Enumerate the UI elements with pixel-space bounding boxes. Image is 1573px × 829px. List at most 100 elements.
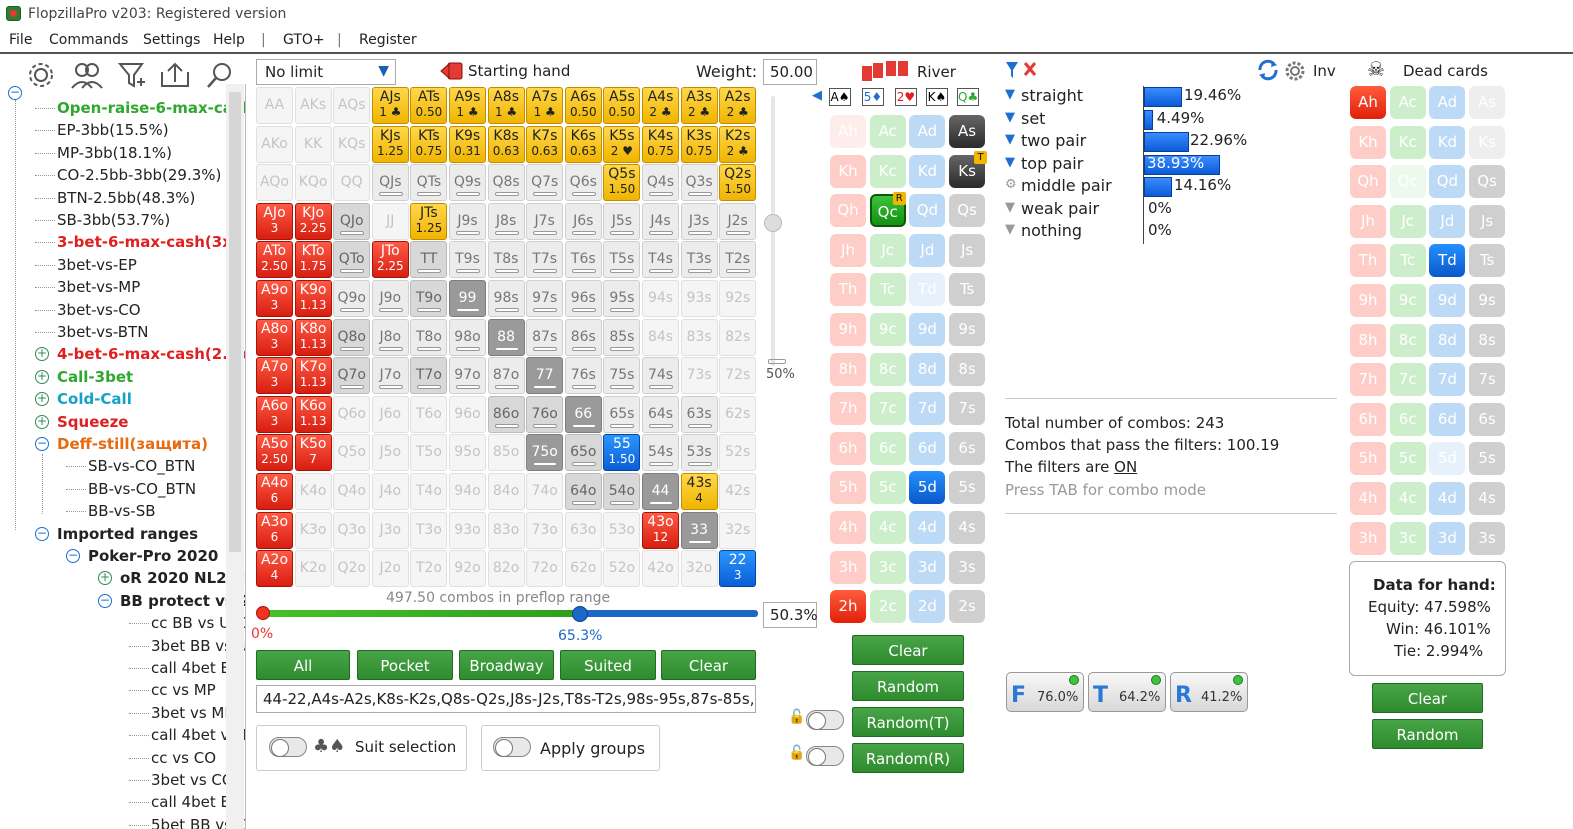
board-card[interactable]: Jc (869, 233, 906, 267)
hand-cell[interactable]: 96o (449, 395, 486, 433)
filter-icon[interactable]: ▼ (1005, 110, 1015, 125)
hand-cell[interactable]: 86o (487, 395, 525, 433)
hand-cell[interactable]: A8o 3 (256, 318, 293, 356)
board-card[interactable]: 2s (949, 590, 986, 624)
filters-status-value[interactable]: ON (1114, 458, 1137, 476)
hand-cell[interactable]: QTs (410, 164, 448, 202)
dead-card[interactable]: Ts (1469, 244, 1506, 278)
dead-card[interactable]: 3h (1350, 521, 1386, 555)
dead-card[interactable]: 3c (1389, 521, 1426, 555)
hand-cell[interactable]: 44 (642, 473, 679, 510)
dead-card[interactable]: 8s (1469, 323, 1506, 357)
turn-filter-chip[interactable]: T 64.2% (1088, 672, 1166, 712)
board-card[interactable]: Ad (909, 115, 946, 148)
tree-node[interactable]: Call-3bet (57, 367, 133, 387)
tree-node[interactable]: Open-raise-6-max-cash (57, 98, 245, 118)
hand-cell[interactable]: 43s 4 (680, 473, 718, 510)
hand-cell[interactable]: KJs 1.25 (371, 125, 409, 163)
hand-cell[interactable]: 53o (603, 511, 641, 549)
hand-cell[interactable]: J9o (371, 280, 409, 317)
hand-cell[interactable]: T3s (680, 241, 718, 279)
hand-cell[interactable]: 92s (719, 280, 757, 317)
flop-filter-chip[interactable]: F 76.0% (1006, 672, 1084, 712)
random-r-toggle[interactable] (806, 746, 844, 766)
hand-cell[interactable]: Q2s 1.50 (719, 164, 757, 202)
tree-node[interactable]: SB-3bb(53.7%) (57, 210, 170, 230)
hand-cell[interactable]: QTo (333, 241, 371, 279)
hand-cell[interactable]: 87s (526, 318, 564, 356)
hand-cell[interactable]: T2o (410, 550, 448, 588)
menu-help[interactable]: Help (213, 32, 245, 48)
board-card[interactable]: Td (909, 273, 946, 307)
hand-cell[interactable]: Q7o (333, 357, 371, 395)
hand-cell[interactable]: 53s (680, 434, 718, 472)
hand-cell[interactable]: J5o (371, 434, 409, 472)
dead-card[interactable]: 8d (1429, 323, 1466, 357)
dead-clear-button[interactable]: Clear (1372, 683, 1483, 713)
hand-cell[interactable]: KTs 0.75 (410, 125, 448, 163)
menu-file[interactable]: File (9, 32, 32, 48)
hand-cell[interactable]: AA (256, 87, 293, 124)
board-card[interactable]: 9h (830, 313, 866, 346)
hand-cell[interactable]: 87o (487, 357, 525, 395)
dead-card[interactable]: 9h (1350, 284, 1386, 317)
hand-cell[interactable]: A6o 3 (256, 395, 293, 433)
hand-cell[interactable]: 83o (487, 511, 525, 549)
board-card[interactable]: 8c (869, 352, 906, 386)
hand-cell[interactable]: J7s (526, 202, 564, 240)
hand-cell[interactable]: 65o (564, 434, 602, 472)
hand-cell[interactable]: J8s (487, 202, 525, 240)
expand-icon[interactable]: + (35, 369, 49, 384)
hand-cell[interactable]: 99 (449, 280, 486, 317)
hand-cell[interactable]: K6o 1.13 (294, 395, 332, 433)
limit-dropdown[interactable]: No limit ▼ (256, 59, 396, 85)
board-card[interactable]: 6d (909, 431, 946, 465)
hand-cell[interactable]: Q4s (642, 164, 679, 202)
clear-range-button[interactable]: Clear (661, 650, 756, 680)
board-card-1[interactable]: A♠ (829, 88, 851, 106)
hand-cell[interactable]: 82o (487, 550, 525, 588)
filter-icon[interactable]: ▼ (1005, 155, 1015, 170)
board-card[interactable]: As (949, 115, 986, 148)
hand-cell[interactable]: 96s (564, 280, 602, 317)
hand-cell[interactable]: 94o (449, 473, 486, 510)
tree-node[interactable]: cc vs MP (151, 680, 216, 700)
random-t-toggle[interactable] (806, 710, 844, 730)
hand-cell[interactable]: 72s (719, 357, 757, 395)
hand-cell[interactable]: ATs 0.50 (410, 87, 448, 124)
hand-cell[interactable]: 62s (719, 395, 757, 433)
dead-card[interactable]: 4c (1389, 482, 1426, 515)
dead-card[interactable]: Td (1429, 244, 1466, 278)
dead-card[interactable]: 6h (1350, 402, 1386, 436)
dead-card[interactable]: 9d (1429, 284, 1466, 317)
hand-cell[interactable]: A9s 1 ♣ (449, 87, 486, 124)
dead-card[interactable]: Js (1469, 204, 1506, 238)
board-card[interactable]: Jd (909, 233, 946, 267)
hand-cell[interactable]: K5o 7 (294, 434, 332, 472)
hand-cell[interactable]: 64o (564, 473, 602, 510)
tree-node[interactable]: BTN-2.5bb(48.3%) (57, 188, 195, 208)
board-card[interactable]: 4s (949, 511, 986, 544)
hand-cell[interactable]: J2o (371, 550, 409, 588)
hand-cell[interactable]: 93s (680, 280, 718, 317)
board-card[interactable]: 7d (909, 392, 946, 426)
hand-cell[interactable]: K7o 1.13 (294, 357, 332, 395)
hand-cell[interactable]: QJs (371, 164, 409, 202)
board-card[interactable]: 6s (949, 431, 986, 465)
range-text-input[interactable]: 44-22,A4s-A2s,K8s-K2s,Q8s-Q2s,J8s-J2s,T8… (256, 685, 756, 713)
board-card[interactable]: 3c (869, 550, 906, 584)
broadway-button[interactable]: Broadway (459, 650, 554, 680)
hand-cell[interactable]: 52s (719, 434, 757, 472)
tree-node[interactable]: CO-2.5bb-3bb(29.3%) (57, 165, 221, 185)
dead-card[interactable]: 5h (1350, 442, 1386, 476)
menu-settings[interactable]: Settings (143, 32, 200, 48)
hand-cell[interactable]: A5o 2.50 (256, 434, 293, 472)
hand-cell[interactable]: 97s (526, 280, 564, 317)
board-card-3[interactable]: 2♥ (895, 88, 917, 106)
hand-cell[interactable]: 98o (449, 318, 486, 356)
hand-cell[interactable]: T6s (564, 241, 602, 279)
board-card[interactable]: Js (949, 233, 986, 267)
dead-card[interactable]: 4h (1350, 482, 1386, 515)
hand-cell[interactable]: 75s (603, 357, 641, 395)
hand-cell[interactable]: 83s (680, 318, 718, 356)
